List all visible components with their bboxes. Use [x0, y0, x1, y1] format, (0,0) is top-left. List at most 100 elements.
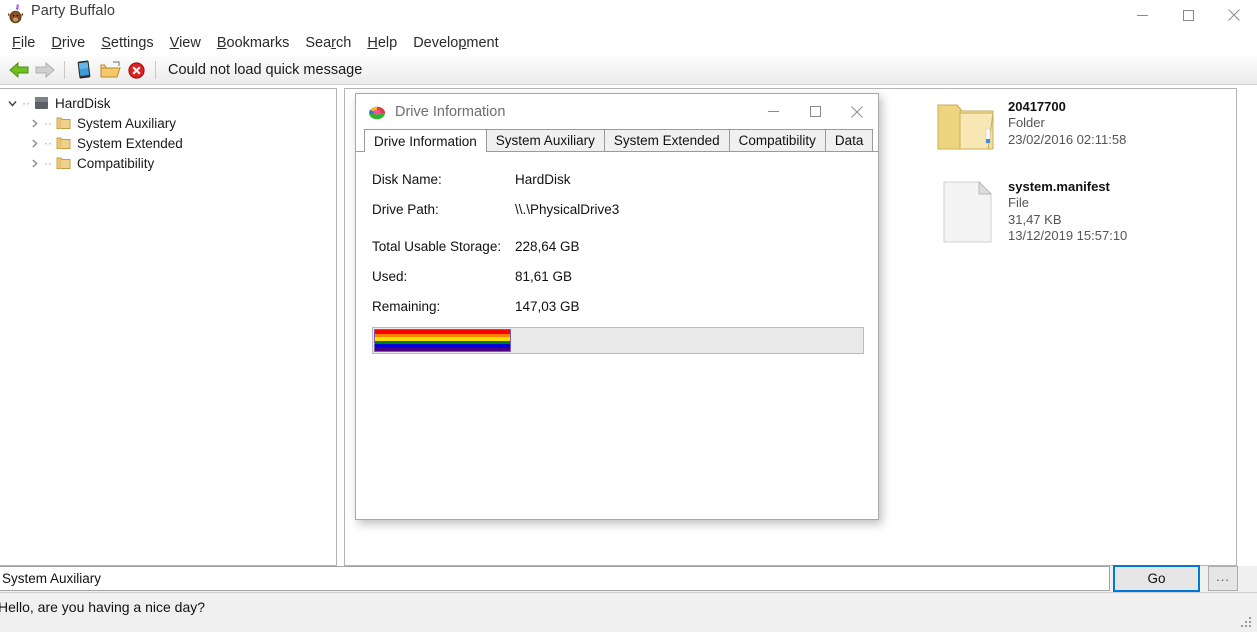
- field-label: Total Usable Storage:: [372, 238, 502, 254]
- toolbar-separator: [64, 61, 65, 79]
- menu-item-view[interactable]: View: [162, 33, 209, 53]
- tree-connector: ··: [22, 96, 30, 110]
- tree-item-system-extended[interactable]: ·· System Extended: [0, 133, 336, 153]
- drive-information-dialog[interactable]: Drive Information Drive Information Syst…: [355, 93, 879, 520]
- list-item-size: 31,47 KB: [1008, 211, 1062, 227]
- browse-more-button[interactable]: ...: [1208, 566, 1238, 591]
- toolbar: Could not load quick message: [0, 56, 1257, 85]
- tree-item-label: System Extended: [77, 135, 183, 151]
- list-item[interactable]: 20417700 Folder 23/02/2016 02:11:58: [934, 99, 1126, 155]
- list-item-name: system.manifest: [1008, 179, 1110, 194]
- minimize-icon[interactable]: [752, 94, 794, 129]
- menu-item-development[interactable]: Development: [405, 33, 506, 53]
- drive-pie-icon: [368, 103, 386, 121]
- list-item-meta: system.manifest File 31,47 KB 13/12/2019…: [1008, 179, 1127, 245]
- drive-info-fields: Disk Name: HardDisk Drive Path: \\.\Phys…: [372, 164, 864, 354]
- maximize-icon[interactable]: [794, 94, 836, 129]
- field-value: 228,64 GB: [515, 238, 580, 254]
- dialog-title: Drive Information: [395, 103, 506, 120]
- folder-icon: [934, 99, 998, 155]
- dialog-title-bar: Drive Information: [356, 94, 878, 129]
- tab-system-extended[interactable]: System Extended: [603, 129, 730, 151]
- dialog-tabs: Drive Information System Auxiliary Syste…: [356, 129, 878, 152]
- toolbar-message: Could not load quick message: [168, 62, 363, 78]
- go-button[interactable]: Go: [1113, 565, 1200, 592]
- field-value: 81,61 GB: [515, 268, 573, 284]
- file-icon: [934, 179, 998, 245]
- minimize-icon[interactable]: [1119, 0, 1165, 30]
- menu-bar: File Drive Settings View Bookmarks Searc…: [0, 30, 1257, 55]
- error-icon[interactable]: [123, 58, 149, 82]
- list-item[interactable]: system.manifest File 31,47 KB 13/12/2019…: [934, 179, 1127, 245]
- window-controls: [1119, 0, 1257, 30]
- close-icon[interactable]: [836, 94, 878, 129]
- tree-connector: ··: [44, 116, 52, 130]
- list-item-modified: 23/02/2016 02:11:58: [1008, 131, 1127, 147]
- maximize-icon[interactable]: [1165, 0, 1211, 30]
- field-label: Drive Path:: [372, 201, 439, 217]
- tree-panel[interactable]: ·· HardDisk ·· System Auxiliary ·· Syste…: [0, 88, 337, 566]
- buffalo-party-icon: [6, 3, 26, 25]
- folder-icon: [53, 116, 73, 130]
- device-icon[interactable]: [71, 58, 97, 82]
- open-folder-icon[interactable]: [97, 58, 123, 82]
- harddisk-icon: [31, 96, 51, 110]
- address-bar: System Auxiliary: [0, 566, 1257, 592]
- tree-item-compatibility[interactable]: ·· Compatibility: [0, 153, 336, 173]
- menu-item-settings[interactable]: Settings: [93, 33, 161, 53]
- drive-tree: ·· HardDisk ·· System Auxiliary ·· Syste…: [0, 89, 336, 173]
- title-bar: Party Buffalo: [0, 0, 1257, 30]
- toolbar-separator-2: [155, 61, 156, 79]
- disk-usage-fill: [374, 329, 511, 352]
- dialog-window-controls: [752, 94, 878, 129]
- tree-item-label: Compatibility: [77, 155, 155, 171]
- list-item-modified: 13/12/2019 15:57:10: [1008, 228, 1128, 243]
- status-bar: Hello, are you having a nice day?: [0, 592, 1257, 632]
- forward-arrow-icon: [32, 58, 58, 82]
- tree-item-system-auxiliary[interactable]: ·· System Auxiliary: [0, 113, 336, 133]
- field-remaining: Remaining: 147,03 GB: [372, 291, 862, 321]
- field-disk-name: Disk Name: HardDisk: [372, 164, 862, 194]
- tree-item-label: HardDisk: [55, 95, 111, 111]
- field-label: Used:: [372, 268, 408, 284]
- field-label: Remaining:: [372, 298, 441, 314]
- folder-icon: [53, 136, 73, 150]
- tab-drive-information[interactable]: Drive Information: [364, 129, 487, 152]
- menu-item-drive[interactable]: Drive: [43, 33, 93, 53]
- drive-information-tab-page: Disk Name: HardDisk Drive Path: \\.\Phys…: [356, 152, 878, 519]
- menu-item-bookmarks[interactable]: Bookmarks: [209, 33, 298, 53]
- close-icon[interactable]: [1211, 0, 1257, 30]
- folder-icon: [53, 156, 73, 170]
- field-value: HardDisk: [515, 171, 571, 187]
- back-arrow-icon[interactable]: [6, 58, 32, 82]
- menu-item-help[interactable]: Help: [359, 33, 405, 53]
- application-window: Party Buffalo File Drive Settings View B…: [0, 0, 1257, 632]
- status-message: Hello, are you having a nice day?: [0, 599, 206, 615]
- disk-usage-progressbar: [372, 327, 864, 354]
- list-item-meta: 20417700 Folder 23/02/2016 02:11:58: [1008, 99, 1126, 148]
- tab-data[interactable]: Data: [824, 129, 874, 151]
- list-item-type: File: [1008, 195, 1029, 210]
- window-title: Party Buffalo: [31, 3, 116, 19]
- tree-item-harddisk[interactable]: ·· HardDisk: [0, 93, 336, 113]
- list-item-type: Folder: [1008, 115, 1045, 130]
- tree-item-label: System Auxiliary: [77, 115, 177, 131]
- tab-system-auxiliary[interactable]: System Auxiliary: [485, 129, 605, 151]
- address-input[interactable]: System Auxiliary: [0, 566, 1110, 591]
- tab-compatibility[interactable]: Compatibility: [728, 129, 826, 151]
- field-label: Disk Name:: [372, 171, 442, 187]
- chevron-right-icon[interactable]: [25, 158, 43, 168]
- resize-grip-icon[interactable]: [1239, 615, 1253, 629]
- field-value: 147,03 GB: [515, 298, 580, 314]
- menu-item-file[interactable]: File: [4, 33, 43, 53]
- chevron-right-icon[interactable]: [25, 118, 43, 128]
- tree-connector: ··: [44, 136, 52, 150]
- usage-stripe-5: [375, 347, 510, 351]
- tree-connector: ··: [44, 156, 52, 170]
- field-value: \\.\PhysicalDrive3: [515, 201, 620, 217]
- field-used: Used: 81,61 GB: [372, 261, 862, 291]
- chevron-down-icon[interactable]: [3, 99, 21, 108]
- chevron-right-icon[interactable]: [25, 138, 43, 148]
- menu-item-search[interactable]: Search: [297, 33, 359, 53]
- field-total-usable-storage: Total Usable Storage: 228,64 GB: [372, 231, 862, 261]
